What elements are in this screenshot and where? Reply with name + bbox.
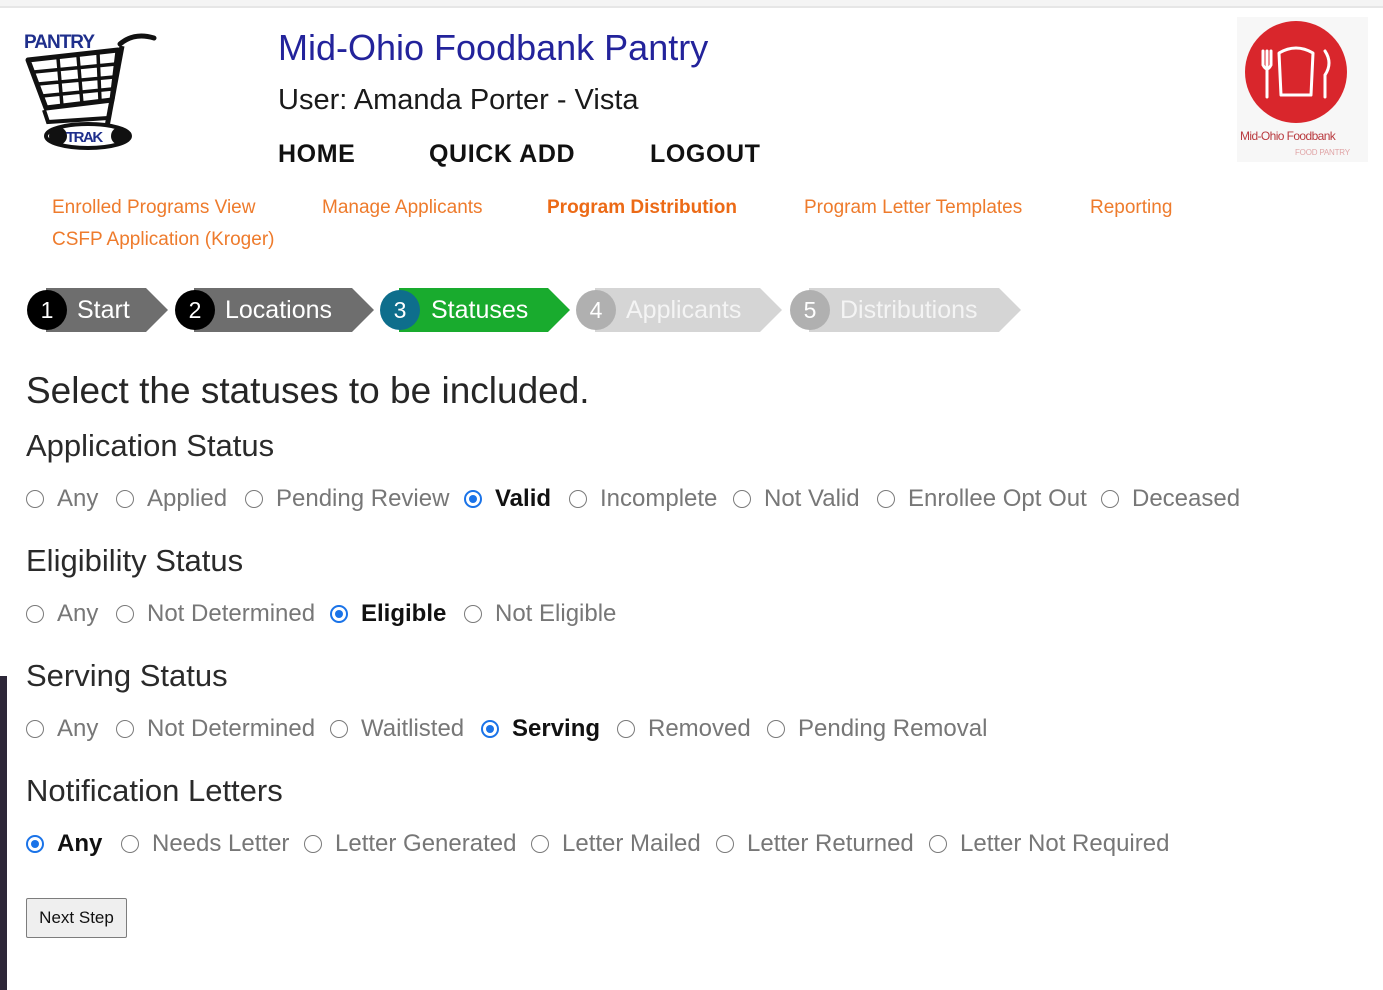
pantry-trak-cart-icon: PANTRY TRAK — [24, 32, 157, 150]
radio-circle[interactable] — [26, 720, 44, 738]
radio-label: Any — [57, 715, 99, 742]
step-number: 2 — [175, 290, 215, 330]
radio-label: Not Determined — [147, 600, 316, 627]
step-label: Statuses — [431, 296, 529, 324]
radio-circle[interactable] — [569, 490, 587, 508]
radio-circle[interactable] — [464, 605, 482, 623]
subnav-csfp-application[interactable]: CSFP Application (Kroger) — [52, 229, 274, 251]
radio-label: Serving — [512, 715, 601, 742]
subnav-enrolled-programs-view[interactable]: Enrolled Programs View — [52, 197, 255, 219]
radio-label: Applied — [147, 485, 228, 512]
radio-label: Removed — [648, 715, 751, 742]
radio-circle[interactable] — [481, 720, 499, 738]
step-label: Locations — [225, 296, 333, 324]
radio-circle[interactable] — [1101, 490, 1119, 508]
eligibility-status-heading: Eligibility Status — [26, 543, 244, 578]
radio-circle[interactable] — [304, 835, 322, 853]
serving-status-heading: Serving Status — [26, 658, 228, 693]
subnav-program-letter-templates[interactable]: Program Letter Templates — [804, 197, 1022, 219]
logo-brand-text: Mid-Ohio Foodbank — [1240, 129, 1336, 143]
radio-circle[interactable] — [767, 720, 785, 738]
radio-circle[interactable] — [116, 490, 134, 508]
background-window-edge — [0, 676, 7, 990]
nav-quick-add[interactable]: QUICK ADD — [429, 140, 575, 169]
radio-label: Pending Removal — [798, 715, 988, 742]
radio-label: Incomplete — [600, 485, 718, 512]
radio-circle[interactable] — [26, 605, 44, 623]
plate-icon — [1245, 21, 1347, 123]
radio-circle[interactable] — [464, 490, 482, 508]
subnav-program-distribution[interactable]: Program Distribution — [547, 197, 737, 219]
step-number: 5 — [790, 290, 830, 330]
radio-circle[interactable] — [116, 605, 134, 623]
radio-label: Letter Not Required — [960, 830, 1170, 857]
radio-label: Waitlisted — [361, 715, 465, 742]
radio-circle[interactable] — [121, 835, 139, 853]
radio-label: Not Valid — [764, 485, 860, 512]
radio-circle[interactable] — [26, 835, 44, 853]
radio-circle[interactable] — [245, 490, 263, 508]
radio-label: Not Eligible — [495, 600, 617, 627]
radio-circle[interactable] — [929, 835, 947, 853]
next-step-button[interactable]: Next Step — [26, 898, 127, 938]
subnav-reporting[interactable]: Reporting — [1090, 197, 1172, 219]
radio-circle[interactable] — [877, 490, 895, 508]
subnav-manage-applicants[interactable]: Manage Applicants — [322, 197, 483, 219]
step-number: 3 — [380, 290, 420, 330]
site-title: Mid-Ohio Foodbank Pantry — [278, 27, 709, 68]
radio-label: Enrollee Opt Out — [908, 485, 1087, 512]
radio-label: Pending Review — [276, 485, 450, 512]
step-number: 4 — [576, 290, 616, 330]
step-number: 1 — [27, 290, 67, 330]
application-status-heading: Application Status — [26, 428, 275, 463]
current-user: User: Amanda Porter - Vista — [278, 84, 639, 116]
radio-label: Any — [57, 600, 99, 627]
notification-letters-heading: Notification Letters — [26, 773, 283, 808]
radio-label: Deceased — [1132, 485, 1241, 512]
nav-logout[interactable]: LOGOUT — [650, 140, 761, 169]
radio-circle[interactable] — [26, 490, 44, 508]
radio-label: Letter Mailed — [562, 830, 701, 857]
radio-label: Needs Letter — [152, 830, 290, 857]
radio-label: Letter Generated — [335, 830, 517, 857]
radio-label: Eligible — [361, 600, 447, 627]
radio-label: Letter Returned — [747, 830, 914, 857]
mid-ohio-foodbank-logo: Mid-Ohio Foodbank FOOD PANTRY — [1237, 17, 1368, 162]
form-prompt: Select the statuses to be included. — [26, 370, 590, 411]
svg-text:PANTRY: PANTRY — [24, 32, 95, 53]
pantry-trak-logo[interactable]: PANTRY TRAK — [22, 26, 162, 154]
step-label: Start — [77, 296, 130, 324]
step-label: Distributions — [840, 296, 978, 324]
nav-home[interactable]: HOME — [278, 140, 355, 169]
radio-circle[interactable] — [330, 605, 348, 623]
radio-label: Any — [57, 485, 99, 512]
radio-circle[interactable] — [733, 490, 751, 508]
svg-text:TRAK: TRAK — [66, 129, 103, 146]
logo-brand-subtext: FOOD PANTRY — [1295, 148, 1350, 157]
radio-circle[interactable] — [531, 835, 549, 853]
step-label: Applicants — [626, 296, 742, 324]
radio-label: Valid — [495, 485, 552, 512]
radio-circle[interactable] — [116, 720, 134, 738]
radio-circle[interactable] — [716, 835, 734, 853]
top-border — [0, 0, 1383, 8]
radio-circle[interactable] — [330, 720, 348, 738]
radio-label: Not Determined — [147, 715, 316, 742]
radio-circle[interactable] — [617, 720, 635, 738]
radio-label: Any — [57, 830, 103, 857]
